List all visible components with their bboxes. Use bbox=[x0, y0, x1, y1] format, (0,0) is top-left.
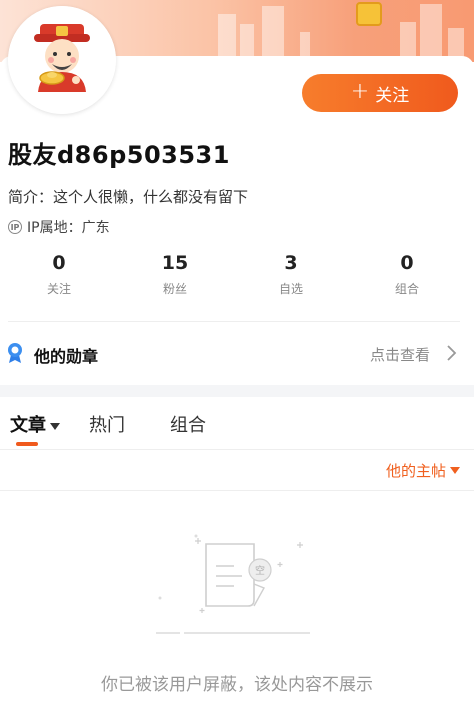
ip-location-text: IP属地：广东 bbox=[27, 220, 110, 236]
empty-badge: 空 bbox=[255, 564, 265, 577]
active-tab-indicator bbox=[16, 442, 38, 446]
medal-title: 他的勋章 bbox=[34, 347, 99, 366]
tab-articles[interactable]: 文章 bbox=[10, 411, 60, 437]
content-tabs: 文章 热门 组合 bbox=[0, 398, 474, 448]
tab-hot[interactable]: 热门 bbox=[89, 411, 125, 437]
ip-icon: IP bbox=[8, 220, 22, 234]
sort-row: 他的主帖 bbox=[0, 450, 474, 490]
avatar[interactable] bbox=[8, 6, 116, 114]
stat-value: 15 bbox=[161, 252, 189, 274]
stat-label: 粉丝 bbox=[162, 282, 187, 296]
coin-decoration bbox=[356, 2, 382, 26]
chevron-right-icon bbox=[447, 345, 457, 361]
avatar-god-of-wealth bbox=[8, 6, 116, 114]
stats-row: 0 关注 15 粉丝 3 自选 0 组合 bbox=[0, 252, 474, 302]
empty-document-icon: 空 bbox=[156, 534, 310, 634]
stat-watchlist[interactable]: 3 自选 bbox=[251, 252, 331, 297]
empty-message: 你已被该用户屏蔽，该处内容不展示 bbox=[101, 675, 373, 695]
stat-label: 自选 bbox=[278, 282, 303, 296]
plus-icon: + bbox=[350, 79, 370, 104]
sort-dropdown[interactable]: 他的主帖 bbox=[386, 460, 446, 481]
stat-followers[interactable]: 15 粉丝 bbox=[135, 252, 215, 297]
tab-label: 热门 bbox=[89, 415, 125, 436]
follow-button[interactable]: + 关注 bbox=[302, 74, 458, 112]
stat-value: 3 bbox=[284, 252, 298, 274]
tab-caret-icon bbox=[50, 422, 60, 430]
tab-label: 组合 bbox=[170, 415, 206, 436]
stat-label: 组合 bbox=[394, 282, 419, 296]
sort-caret-icon bbox=[450, 467, 460, 474]
stat-portfolio[interactable]: 0 组合 bbox=[367, 252, 447, 297]
stat-value: 0 bbox=[400, 252, 414, 274]
tab-portfolio[interactable]: 组合 bbox=[170, 411, 206, 437]
divider bbox=[8, 321, 460, 322]
username: 股友d86p503531 bbox=[8, 141, 230, 169]
stat-label: 关注 bbox=[46, 282, 71, 296]
bio-text: 简介：这个人很懒，什么都没有留下 bbox=[8, 188, 249, 206]
stat-following[interactable]: 0 关注 bbox=[19, 252, 99, 297]
medal-icon bbox=[8, 343, 22, 363]
medal-row[interactable]: 他的勋章 点击查看 bbox=[0, 334, 474, 374]
medal-view-link[interactable]: 点击查看 bbox=[370, 344, 430, 365]
stat-value: 0 bbox=[52, 252, 66, 274]
follow-button-label: 关注 bbox=[375, 85, 410, 106]
tab-label: 文章 bbox=[10, 415, 46, 436]
section-separator bbox=[0, 385, 474, 397]
divider bbox=[0, 490, 474, 491]
ip-location: IP IP属地：广东 bbox=[8, 217, 110, 237]
